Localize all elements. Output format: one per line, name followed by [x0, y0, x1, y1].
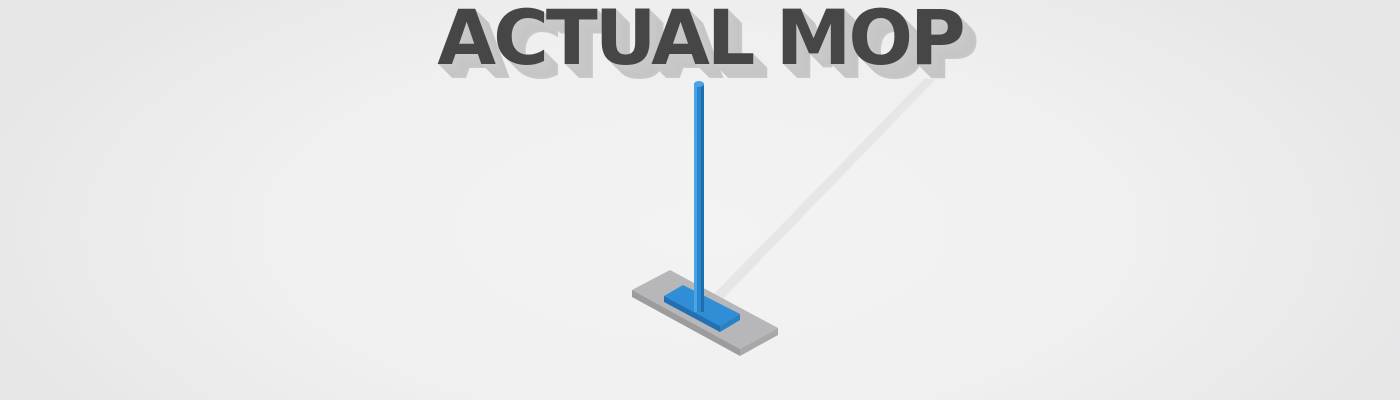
mop-handle-highlight [694, 84, 697, 312]
mop-handle-cap [694, 81, 704, 87]
mop-icon [632, 78, 935, 356]
mop-handle-shade [701, 84, 704, 312]
mop-shadow [706, 78, 935, 302]
scene: ACTUAL MOP [0, 0, 1400, 400]
